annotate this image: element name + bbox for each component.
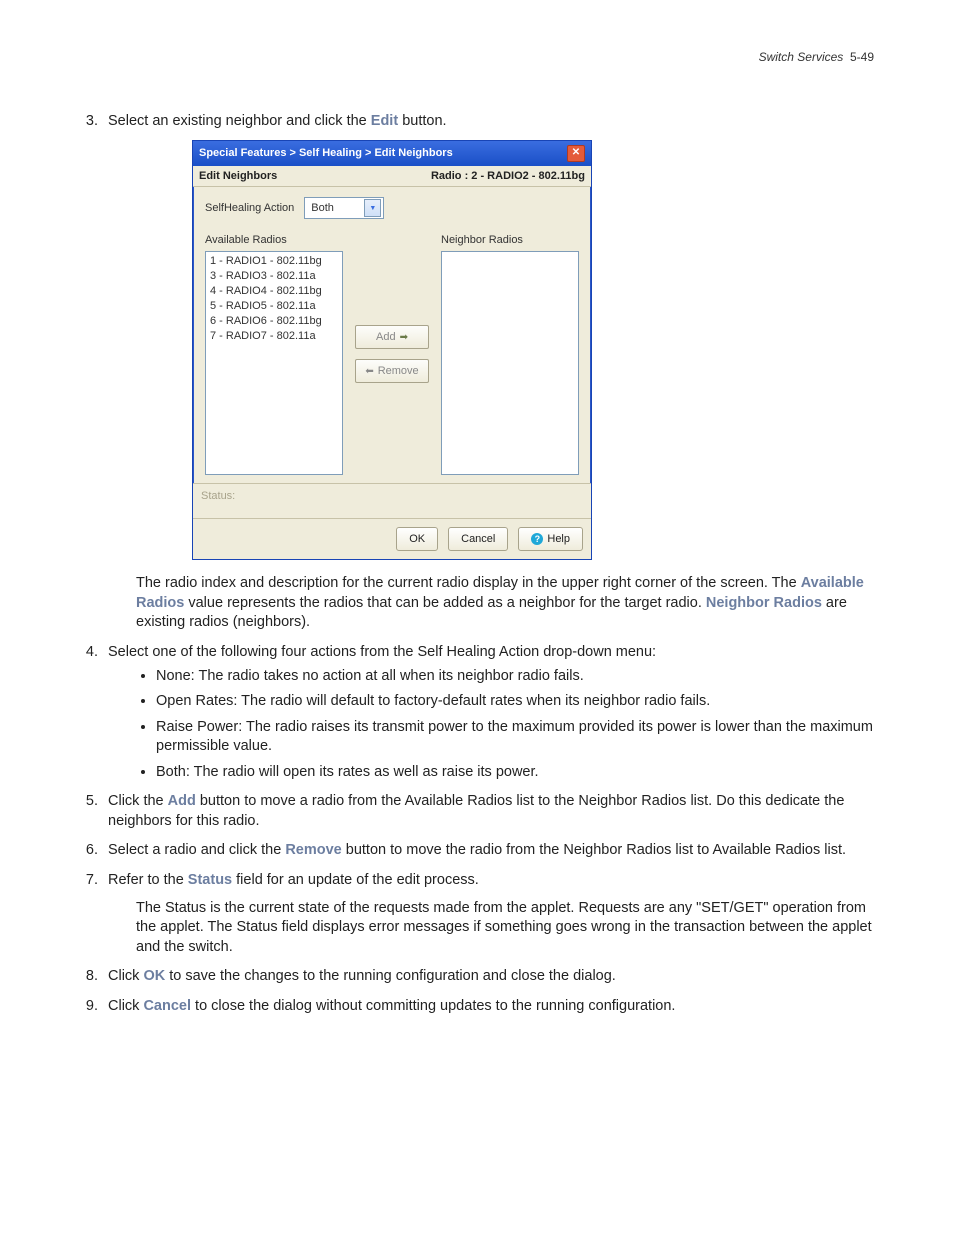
cancel-button[interactable]: Cancel [448,527,508,551]
paragraph: The radio index and description for the … [136,574,874,633]
select-value: Both [311,201,334,216]
status-label: Status: [201,490,235,502]
page-number: 5-49 [850,50,874,64]
ok-button[interactable]: OK [396,527,438,551]
dialog-footer: OK Cancel ? Help [193,518,591,559]
arrow-right-icon: ➡ [400,331,408,345]
neighbor-radios-label: Neighbor Radios [441,233,579,248]
list-item[interactable]: 1 - RADIO1 - 802.11bg [210,254,338,269]
bullet-item: Open Rates: The radio will default to fa… [156,692,874,712]
list-item[interactable]: 3 - RADIO3 - 802.11a [210,269,338,284]
list-item[interactable]: 6 - RADIO6 - 802.11bg [210,314,338,329]
available-radios-label: Available Radios [205,233,343,248]
dialog-subheader: Edit Neighbors Radio : 2 - RADIO2 - 802.… [193,166,591,188]
step-4: Select one of the following four actions… [102,643,874,782]
add-button[interactable]: Add ➡ [355,325,429,349]
dialog-breadcrumb: Special Features > Self Healing > Edit N… [199,146,453,161]
list-item[interactable]: 4 - RADIO4 - 802.11bg [210,284,338,299]
arrow-left-icon: ⬅ [365,365,373,379]
edit-label: Edit [371,113,398,129]
bullet-item: Raise Power: The radio raises its transm… [156,718,874,757]
step-3: Select an existing neighbor and click th… [102,112,874,633]
neighbor-radios-list[interactable] [441,251,579,475]
remove-button[interactable]: ⬅ Remove [355,359,429,383]
status-bar: Status: [193,483,591,518]
selfhealing-action-select[interactable]: Both ▼ [304,197,384,219]
dialog-sub-right: Radio : 2 - RADIO2 - 802.11bg [431,169,585,184]
section-title: Switch Services [759,50,844,64]
dialog-titlebar: Special Features > Self Healing > Edit N… [193,141,591,166]
list-item[interactable]: 5 - RADIO5 - 802.11a [210,299,338,314]
page-header: Switch Services 5-49 [80,50,874,64]
step-6: Select a radio and click the Remove butt… [102,841,874,861]
paragraph: The Status is the current state of the r… [136,899,874,958]
available-radios-list[interactable]: 1 - RADIO1 - 802.11bg 3 - RADIO3 - 802.1… [205,251,343,475]
step-5: Click the Add button to move a radio fro… [102,792,874,831]
dialog-sub-left: Edit Neighbors [199,169,277,184]
chevron-down-icon[interactable]: ▼ [364,199,381,217]
bullet-item: Both: The radio will open its rates as w… [156,763,874,783]
close-icon[interactable]: ✕ [567,145,585,162]
bullet-item: None: The radio takes no action at all w… [156,667,874,687]
step-8: Click OK to save the changes to the runn… [102,967,874,987]
edit-neighbors-dialog: Special Features > Self Healing > Edit N… [192,140,592,561]
step-7: Refer to the Status field for an update … [102,871,874,957]
help-icon: ? [531,533,543,545]
step-9: Click Cancel to close the dialog without… [102,997,874,1017]
list-item[interactable]: 7 - RADIO7 - 802.11a [210,329,338,344]
selfhealing-action-label: SelfHealing Action [205,201,294,216]
help-button[interactable]: ? Help [518,527,583,551]
